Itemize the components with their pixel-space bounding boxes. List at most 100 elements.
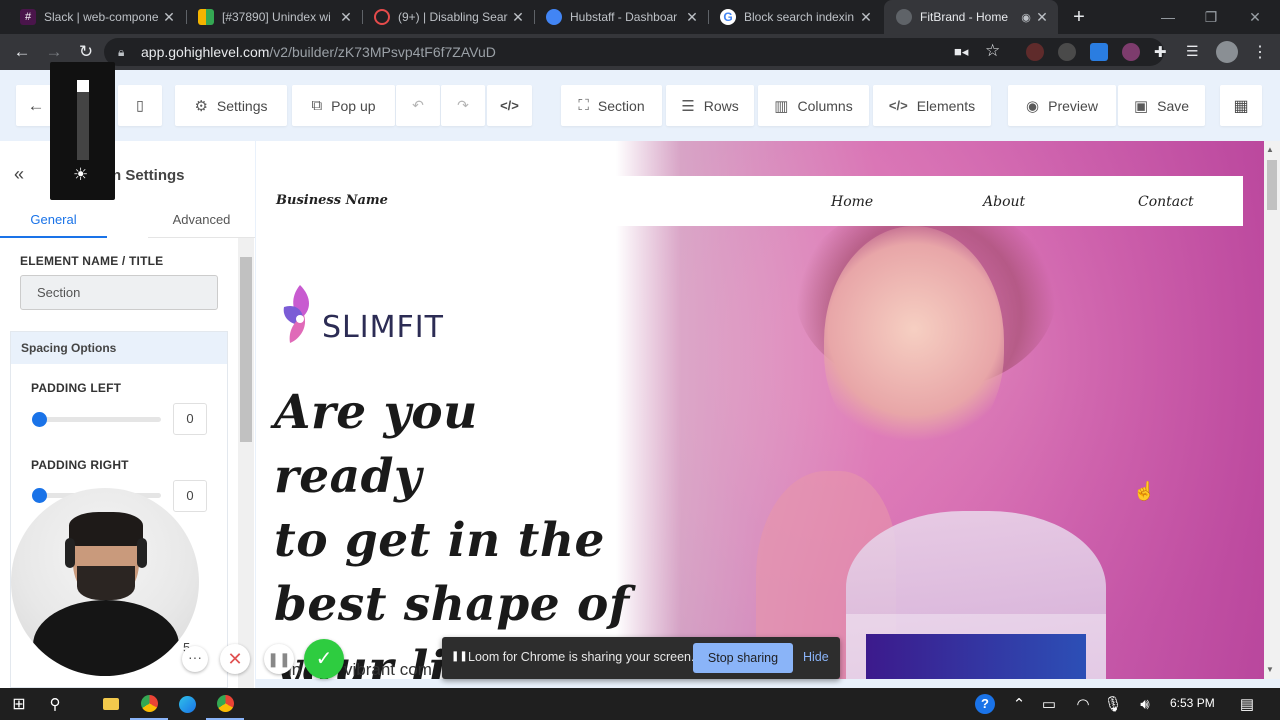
panel-scroll-thumb[interactable] bbox=[240, 257, 252, 442]
business-name[interactable]: Business Name bbox=[276, 193, 388, 208]
lock-icon: 🔒︎ bbox=[118, 45, 125, 59]
media-icon[interactable]: ☰ bbox=[1186, 43, 1199, 60]
form-header bbox=[866, 634, 1086, 679]
arrow-left-icon: ← bbox=[27, 95, 45, 115]
puzzle-icon[interactable]: ✚ bbox=[1154, 43, 1167, 61]
screen: { "browser": { "tabs": [ {"title": "Slac… bbox=[0, 0, 1280, 720]
clock[interactable]: 6:53 PM bbox=[1170, 696, 1215, 710]
scroll-down-icon[interactable]: ▼ bbox=[1266, 665, 1274, 674]
eye-icon: ◉ bbox=[1026, 97, 1040, 115]
cancel-recording-icon[interactable]: ✕ bbox=[220, 644, 250, 674]
preview-button[interactable]: ◉ Preview bbox=[1008, 85, 1116, 126]
close-icon[interactable]: ✕ bbox=[684, 9, 700, 26]
star-icon[interactable]: ☆ bbox=[985, 41, 1000, 61]
section-button[interactable]: ⛶ Section bbox=[561, 85, 662, 126]
restore-icon[interactable]: ❐ bbox=[1188, 0, 1234, 34]
nav-contact[interactable]: Contact bbox=[1138, 194, 1194, 210]
chrome-icon[interactable] bbox=[130, 688, 168, 720]
collapse-icon[interactable]: « bbox=[14, 164, 24, 185]
tab-hubstaff[interactable]: Hubstaff - Dashboar ✕ bbox=[534, 0, 708, 34]
settings-button[interactable]: ⚙ Settings bbox=[175, 85, 287, 126]
extension-icon[interactable] bbox=[1058, 43, 1076, 61]
headline-line: best shape of bbox=[274, 577, 630, 632]
canvas-scrollbar[interactable] bbox=[1264, 141, 1280, 679]
popup-label: Pop up bbox=[331, 97, 376, 114]
close-window-icon[interactable]: ✕ bbox=[1232, 0, 1278, 34]
brightness-track[interactable] bbox=[77, 80, 89, 160]
section-label: Section bbox=[597, 97, 645, 114]
columns-label: Columns bbox=[797, 97, 853, 114]
popup-button[interactable]: ⧉ Pop up bbox=[292, 85, 395, 126]
more-options-icon[interactable]: ··· bbox=[182, 646, 208, 672]
close-icon[interactable]: ✕ bbox=[1034, 9, 1050, 26]
nav-about[interactable]: About bbox=[983, 194, 1025, 210]
elements-button[interactable]: </> Elements bbox=[873, 85, 991, 126]
notification-icon[interactable]: ▤ bbox=[1228, 688, 1266, 720]
battery-icon[interactable]: ▭ bbox=[1030, 688, 1068, 720]
new-tab-icon[interactable]: + bbox=[1068, 5, 1090, 29]
site-nav bbox=[256, 176, 1243, 226]
close-icon[interactable]: ✕ bbox=[858, 9, 874, 26]
stop-sharing-button[interactable]: Stop sharing bbox=[693, 643, 793, 673]
redo-button[interactable]: ↷ bbox=[441, 85, 485, 126]
help-icon[interactable]: ? bbox=[966, 688, 1004, 720]
columns-button[interactable]: ▥ Columns bbox=[758, 85, 869, 126]
camera-icon[interactable]: ■◂ bbox=[954, 44, 968, 60]
close-icon[interactable]: ✕ bbox=[161, 9, 177, 26]
tab-block-search[interactable]: G Block search indexin ✕ bbox=[708, 0, 882, 34]
recording-dot-icon: ◉ bbox=[1021, 11, 1031, 24]
back-icon[interactable]: ← bbox=[6, 34, 38, 70]
sun-icon: ☀ bbox=[73, 165, 89, 184]
file-explorer-icon[interactable] bbox=[92, 688, 130, 720]
webcam-bubble[interactable] bbox=[11, 488, 199, 676]
scroll-up-icon[interactable]: ▲ bbox=[1266, 145, 1274, 154]
tab-disabling-search[interactable]: (9+) | Disabling Sear ✕ bbox=[362, 0, 534, 34]
search-icon[interactable]: ⚲ bbox=[36, 688, 74, 720]
spacing-options-title[interactable]: Spacing Options bbox=[11, 332, 227, 364]
undo-button[interactable]: ↶ bbox=[396, 85, 440, 126]
chrome-icon[interactable] bbox=[206, 688, 244, 720]
external-link-icon: ⧉ bbox=[311, 97, 323, 114]
code-button[interactable]: </> bbox=[487, 85, 532, 126]
avatar[interactable] bbox=[1216, 41, 1238, 63]
brightness-level[interactable] bbox=[77, 80, 89, 92]
hide-button[interactable]: Hide bbox=[803, 650, 829, 664]
tab-fitbrand[interactable]: FitBrand - Home ◉ ✕ bbox=[884, 0, 1058, 34]
element-name-field[interactable]: Section bbox=[20, 275, 218, 310]
save-button[interactable]: ▣ Save bbox=[1118, 85, 1205, 126]
close-icon[interactable]: ✕ bbox=[338, 9, 354, 26]
finish-recording-icon[interactable]: ✓ bbox=[304, 639, 344, 679]
pause-recording-icon[interactable]: ❚❚ bbox=[264, 644, 294, 674]
tab-slack[interactable]: # Slack | web-compone ✕ bbox=[8, 0, 185, 34]
volume-icon[interactable]: 🔊︎ bbox=[1126, 688, 1164, 720]
mobile-view-button[interactable]: ▯ bbox=[118, 85, 162, 126]
undo-icon: ↶ bbox=[412, 97, 424, 113]
tab-unindex[interactable]: [#37890] Unindex wi ✕ bbox=[186, 0, 362, 34]
logo-text: SLIMFIT bbox=[322, 310, 444, 345]
tab-general[interactable]: General bbox=[0, 212, 107, 238]
quora-icon bbox=[374, 9, 390, 25]
menu-icon[interactable]: ⋮ bbox=[1252, 42, 1268, 62]
extension-icon[interactable] bbox=[1122, 43, 1140, 61]
padding-left-input[interactable]: 0 bbox=[173, 403, 207, 435]
apps-button[interactable]: ▦ bbox=[1220, 85, 1262, 126]
nav-home[interactable]: Home bbox=[831, 194, 873, 210]
hubstaff-icon bbox=[546, 9, 562, 25]
hand-cursor-icon: ☝ bbox=[1133, 481, 1156, 501]
extension-icon[interactable] bbox=[1090, 43, 1108, 61]
headline-line: Are you ready bbox=[274, 385, 478, 504]
padding-right-input[interactable]: 0 bbox=[173, 480, 207, 512]
padding-left-label: PADDING LEFT bbox=[31, 381, 122, 395]
logo-mark bbox=[278, 281, 320, 347]
padding-right-slider[interactable] bbox=[32, 488, 47, 503]
code-icon: </> bbox=[500, 98, 519, 113]
close-icon[interactable]: ✕ bbox=[510, 9, 526, 26]
padding-left-slider[interactable] bbox=[32, 412, 47, 427]
minimize-icon[interactable]: — bbox=[1145, 0, 1191, 34]
windows-start-icon[interactable]: ⊞ bbox=[0, 688, 38, 720]
edge-icon[interactable] bbox=[168, 688, 206, 720]
canvas-scroll-thumb[interactable] bbox=[1267, 160, 1277, 210]
tab-advanced[interactable]: Advanced bbox=[148, 212, 255, 238]
rows-button[interactable]: ☰ Rows bbox=[666, 85, 754, 126]
extension-icon[interactable] bbox=[1026, 43, 1044, 61]
